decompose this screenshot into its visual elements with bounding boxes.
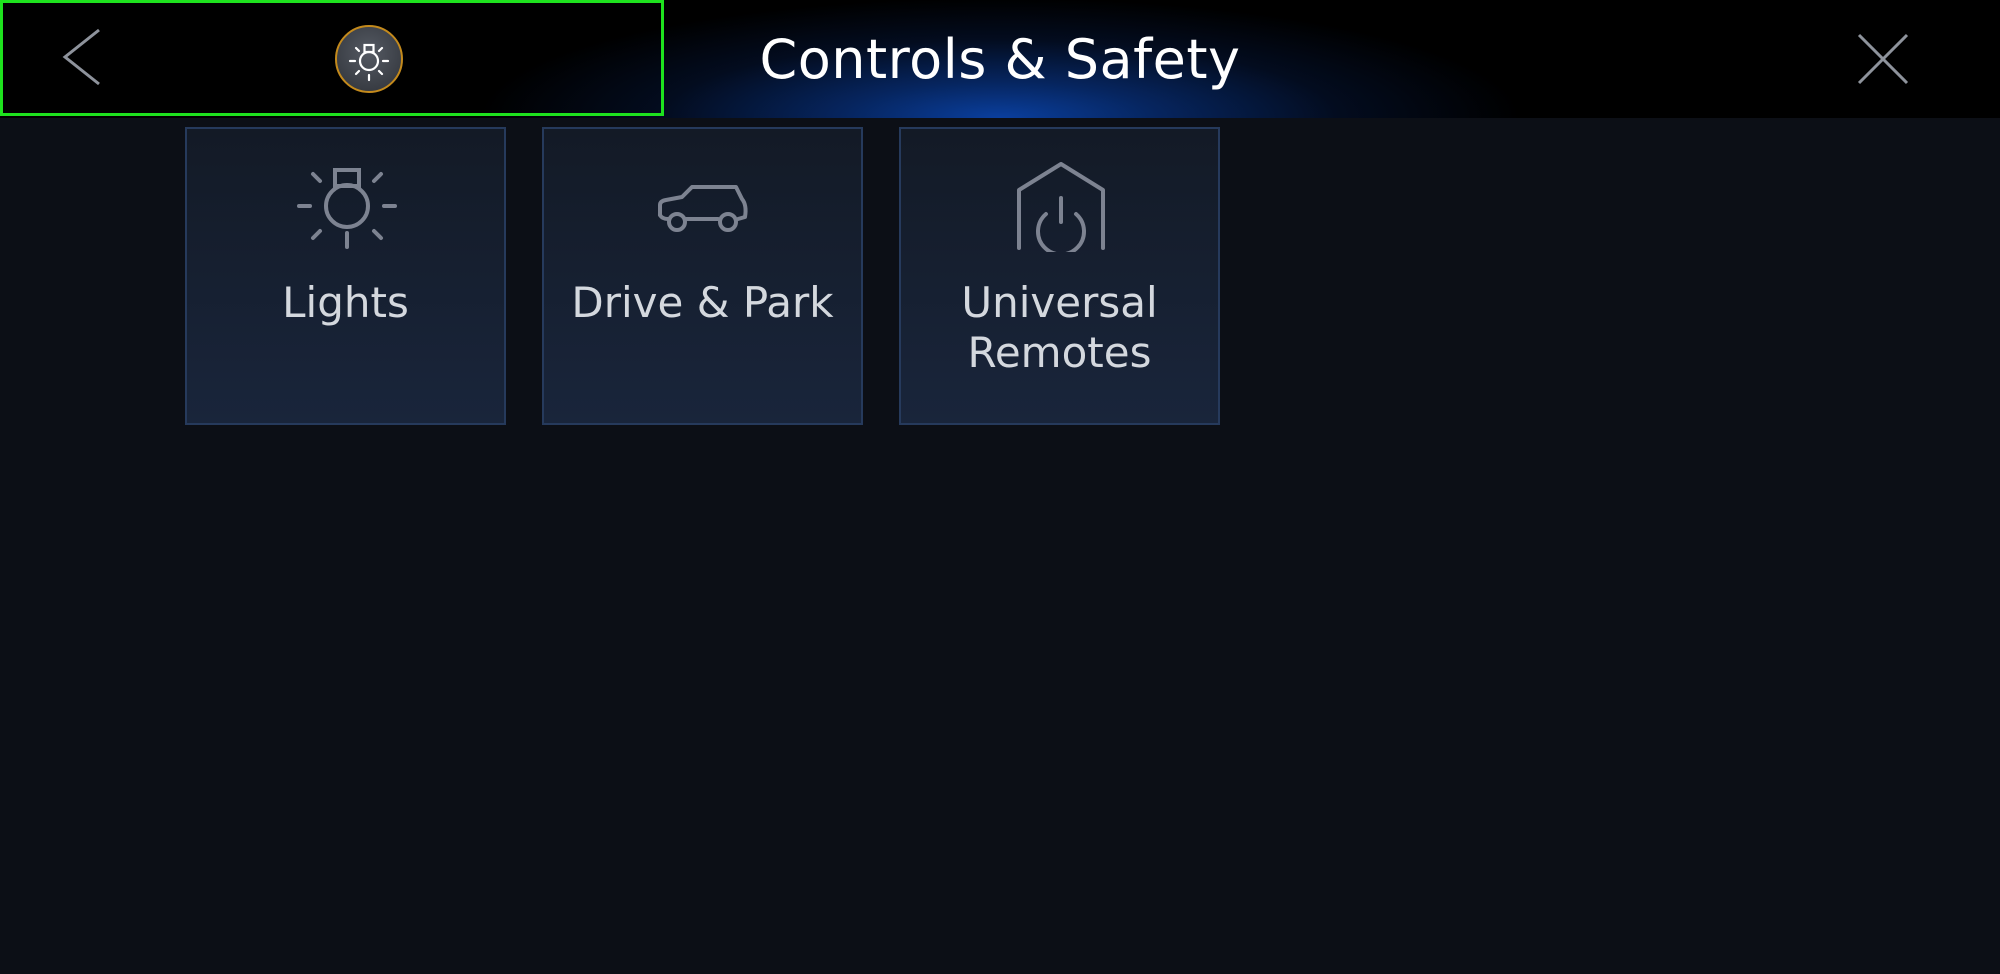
tile-label: Universal Remotes [901,278,1218,378]
tile-label: Lights [282,278,409,327]
header-bar: Controls & Safety [0,0,2000,118]
lights-tile[interactable]: Lights [185,127,506,425]
car-icon [658,185,748,232]
garage-power-icon [1017,162,1105,252]
close-button[interactable] [1855,33,1911,85]
tile-label-line-2: Remotes [967,328,1152,377]
tile-label-line-1: Universal [961,278,1158,327]
page-title: Controls & Safety [759,28,1241,91]
close-icon [1857,33,1909,85]
drive-park-tile[interactable]: Drive & Park [542,127,863,425]
tile-label: Drive & Park [571,278,834,327]
controls-safety-screen: Controls & Safety Lights Drive & Park Un… [0,0,2000,974]
light-bulb-icon [297,168,397,249]
universal-remotes-tile[interactable]: Universal Remotes [899,127,1220,425]
